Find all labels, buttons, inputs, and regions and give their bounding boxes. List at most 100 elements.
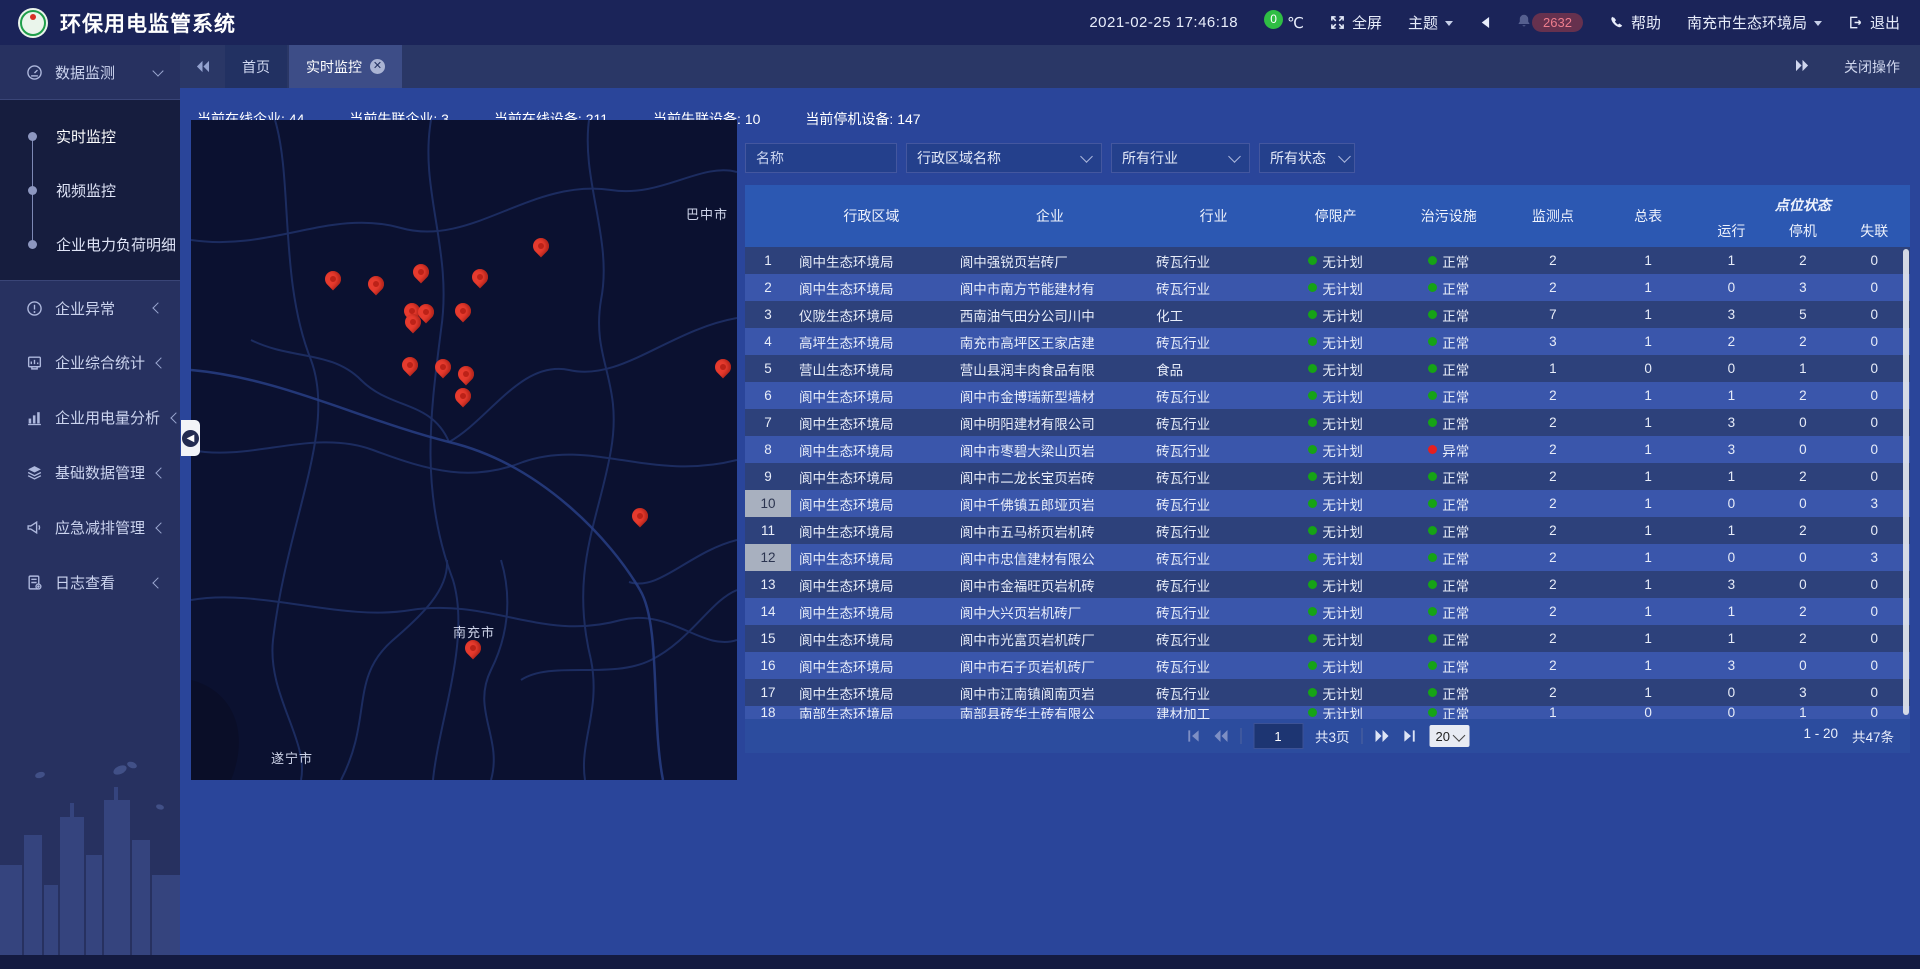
table-row[interactable]: 10阆中生态环境局阆中千佛镇五郎垭页岩砖瓦行业无计划正常21003	[745, 490, 1910, 517]
status-text: 无计划	[1322, 602, 1363, 622]
table-scrollbar[interactable]	[1903, 249, 1909, 715]
next-page-button[interactable]	[1375, 729, 1391, 743]
chevron-left-icon	[152, 302, 163, 313]
table-row[interactable]: 18南部生态环境局南部县砖华土砖有限公建材加工无计划正常10010	[745, 706, 1910, 719]
help-button[interactable]: 帮助	[1609, 12, 1661, 33]
tab-close-icon[interactable]: ✕	[370, 59, 385, 74]
page-number-input[interactable]	[1253, 723, 1303, 749]
sidebar-item-emergency-reduction[interactable]: 应急减排管理	[0, 500, 180, 555]
theme-label: 主题	[1408, 12, 1438, 33]
status-text: 无计划	[1322, 278, 1363, 298]
theme-dropdown[interactable]: 主题	[1408, 12, 1453, 33]
table-row[interactable]: 17阆中生态环境局阆中市江南镇阆南页岩砖瓦行业无计划正常21030	[745, 679, 1910, 706]
map-panel[interactable]: 巴中市南充市遂宁市	[191, 120, 737, 780]
organization-dropdown[interactable]: 南充市生态环境局	[1687, 12, 1822, 33]
status-dot-green	[1308, 364, 1317, 373]
logout-button[interactable]: 退出	[1848, 12, 1900, 33]
double-chevron-right-icon	[1795, 59, 1810, 72]
filter-bar: 行政区域名称 所有行业 所有状态	[745, 143, 1910, 173]
cell-monitor-points: 3	[1505, 334, 1600, 349]
table-row[interactable]: 16阆中生态环境局阆中市石子页岩机砖厂砖瓦行业无计划正常21300	[745, 652, 1910, 679]
previous-page-button[interactable]	[1212, 729, 1228, 743]
sidebar-item-enterprise-statistics[interactable]: 企业综合统计	[0, 335, 180, 390]
chevron-down-icon	[1228, 150, 1241, 163]
sidebar-item-log-view[interactable]: 日志查看	[0, 555, 180, 610]
sidebar-collapse-handle[interactable]: ◀	[181, 420, 200, 456]
status-text: 无计划	[1322, 251, 1363, 271]
status-dot-green	[1308, 418, 1317, 427]
status-dot-green	[1308, 391, 1317, 400]
sidebar-subitem-power-load-detail[interactable]: 企业电力负荷明细	[0, 217, 180, 271]
first-page-button[interactable]	[1185, 729, 1200, 743]
cell-total-meters: 1	[1600, 658, 1695, 673]
industry-select[interactable]: 所有行业	[1111, 143, 1250, 173]
cell-running: 1	[1696, 388, 1767, 403]
table-row[interactable]: 13阆中生态环境局阆中市金福旺页岩机砖砖瓦行业无计划正常21300	[745, 571, 1910, 598]
cell-stopped: 3	[1767, 280, 1838, 295]
row-number: 18	[745, 706, 791, 719]
chevron-down-icon	[1338, 150, 1351, 163]
map-city-label: 巴中市	[686, 204, 728, 223]
sidebar-subitem-realtime-monitor[interactable]: 实时监控	[0, 109, 180, 163]
table-row[interactable]: 15阆中生态环境局阆中市光富页岩机砖厂砖瓦行业无计划正常21120	[745, 625, 1910, 652]
notifications[interactable]: 2632	[1516, 13, 1583, 33]
cell-facility: 正常	[1392, 251, 1505, 271]
content-area: 当前在线企业: 44当前失联企业: 3当前在线设备: 211当前失联设备: 10…	[180, 88, 1920, 955]
tabs-scroll-left-button[interactable]	[180, 45, 225, 88]
table-row[interactable]: 6阆中生态环境局阆中市金博瑞新型墙材砖瓦行业无计划正常21120	[745, 382, 1910, 409]
sidebar-item-base-data-management[interactable]: 基础数据管理	[0, 445, 180, 500]
last-page-button[interactable]	[1403, 729, 1418, 743]
previous-page-icon	[1212, 729, 1228, 743]
close-operations-button[interactable]: 关闭操作	[1844, 57, 1900, 77]
status-select[interactable]: 所有状态	[1259, 143, 1355, 173]
table-row[interactable]: 14阆中生态环境局阆中大兴页岩机砖厂砖瓦行业无计划正常21120	[745, 598, 1910, 625]
sidebar-subitem-video-monitor[interactable]: 视频监控	[0, 163, 180, 217]
cell-offline: 0	[1839, 577, 1910, 592]
cell-running: 0	[1696, 550, 1767, 565]
cell-running: 0	[1696, 706, 1767, 719]
cell-total-meters: 1	[1600, 253, 1695, 268]
page-size-select[interactable]: 20	[1430, 725, 1470, 747]
table-row[interactable]: 4高坪生态环境局南充市高坪区王家店建砖瓦行业无计划正常31220	[745, 328, 1910, 355]
table-header: 行政区域 企业 行业 停限产 治污设施 监测点 总表 点位状态 运行 停机 失联	[745, 185, 1910, 247]
table-row[interactable]: 12阆中生态环境局阆中市忠信建材有限公砖瓦行业无计划正常21003	[745, 544, 1910, 571]
cell-total-meters: 1	[1600, 307, 1695, 322]
table-row[interactable]: 7阆中生态环境局阆中明阳建材有限公司砖瓦行业无计划正常21300	[745, 409, 1910, 436]
cell-industry: 砖瓦行业	[1148, 440, 1279, 460]
table-row[interactable]: 11阆中生态环境局阆中市五马桥页岩机砖砖瓦行业无计划正常21120	[745, 517, 1910, 544]
fullscreen-button[interactable]: 全屏	[1330, 12, 1382, 33]
status-text: 正常	[1442, 305, 1469, 325]
region-select[interactable]: 行政区域名称	[906, 143, 1102, 173]
cell-production: 无计划	[1279, 521, 1392, 541]
cell-running: 1	[1696, 523, 1767, 538]
sidebar-item-power-usage-analysis[interactable]: 企业用电量分析	[0, 390, 180, 445]
status-text: 无计划	[1322, 305, 1363, 325]
sidebar-item-enterprise-abnormal[interactable]: 企业异常	[0, 281, 180, 335]
sound-toggle[interactable]	[1479, 16, 1490, 29]
next-page-icon	[1375, 729, 1391, 743]
chevron-down-icon	[1453, 729, 1466, 742]
tab-label: 首页	[242, 57, 270, 77]
chevron-left-icon	[152, 577, 163, 588]
cell-region: 阆中生态环境局	[791, 521, 952, 541]
tab-home[interactable]: 首页	[225, 45, 287, 88]
cell-running: 3	[1696, 307, 1767, 322]
name-search-input[interactable]	[745, 143, 897, 173]
cell-monitor-points: 2	[1505, 496, 1600, 511]
cell-company: 西南油气田分公司川中	[952, 305, 1148, 325]
logout-label: 退出	[1870, 12, 1900, 33]
table-row[interactable]: 2阆中生态环境局阆中市南方节能建材有砖瓦行业无计划正常21030	[745, 274, 1910, 301]
cell-offline: 3	[1839, 496, 1910, 511]
tab-realtime-monitor[interactable]: 实时监控 ✕	[289, 45, 402, 88]
table-row[interactable]: 1阆中生态环境局阆中强锐页岩砖厂砖瓦行业无计划正常21120	[745, 247, 1910, 274]
table-row[interactable]: 8阆中生态环境局阆中市枣碧大梁山页岩砖瓦行业无计划异常21300	[745, 436, 1910, 463]
table-row[interactable]: 5营山生态环境局营山县润丰肉食品有限食品无计划正常10010	[745, 355, 1910, 382]
table-row[interactable]: 9阆中生态环境局阆中市二龙长宝页岩砖砖瓦行业无计划正常21120	[745, 463, 1910, 490]
sidebar-item-data-monitoring[interactable]: 数据监测	[0, 45, 180, 100]
cell-monitor-points: 2	[1505, 442, 1600, 457]
cell-region: 阆中生态环境局	[791, 251, 952, 271]
cell-region: 高坪生态环境局	[791, 332, 952, 352]
tabs-scroll-right-button[interactable]	[1795, 59, 1810, 75]
table-row[interactable]: 3仪陇生态环境局西南油气田分公司川中化工无计划正常71350	[745, 301, 1910, 328]
cell-industry: 食品	[1148, 359, 1279, 379]
